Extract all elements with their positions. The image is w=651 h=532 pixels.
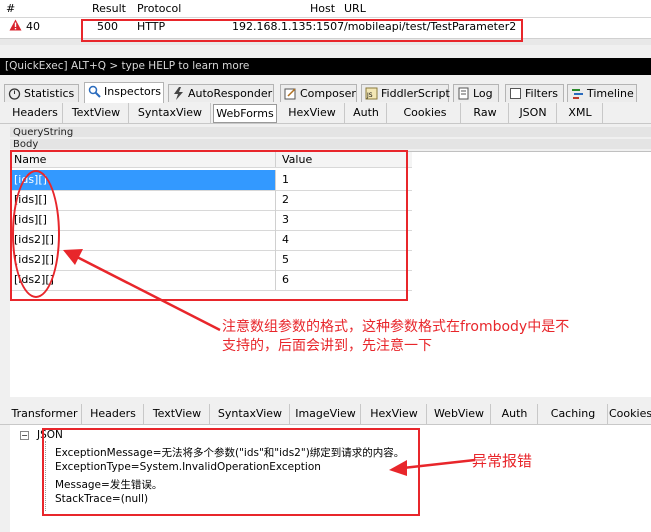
annotation-note-line1: 注意数组参数的格式，这种参数格式在frombody中是不: [222, 319, 570, 335]
tab-filters-label: Filters: [525, 87, 558, 100]
req-tab-cookies[interactable]: Cookies: [390, 103, 461, 123]
body-section: Body: [10, 139, 651, 150]
stopwatch-icon: [8, 87, 21, 100]
tab-fiddlerscript-label: FiddlerScript: [381, 87, 450, 100]
tab-filters[interactable]: Filters: [505, 84, 564, 102]
resp-tab-auth[interactable]: Auth: [492, 404, 538, 424]
resp-tab-imageview[interactable]: ImageView: [291, 404, 361, 424]
magnifier-icon: [88, 85, 101, 98]
resp-tab-cookies[interactable]: Cookies: [609, 404, 651, 424]
req-tab-xml[interactable]: XML: [558, 103, 603, 123]
timeline-icon: [571, 87, 584, 100]
tab-composer[interactable]: Composer: [280, 84, 357, 102]
annotation-note-line2: 支持的，后面会讲到，先注意一下: [222, 338, 432, 354]
col-number[interactable]: #: [6, 2, 15, 15]
req-tab-headers[interactable]: Headers: [8, 103, 63, 123]
annotation-box-exception: [42, 428, 420, 516]
tab-statistics-label: Statistics: [24, 87, 75, 100]
checkbox-icon: [509, 87, 522, 100]
tab-timeline[interactable]: Timeline: [567, 84, 637, 102]
resp-tab-transformer[interactable]: Transformer: [8, 404, 82, 424]
req-tab-syntaxview[interactable]: SyntaxView: [130, 103, 211, 123]
request-tabs: Headers TextView SyntaxView WebForms Hex…: [0, 103, 651, 124]
annotation-note-exception: 异常报错: [472, 452, 533, 470]
resp-tab-syntaxview[interactable]: SyntaxView: [211, 404, 290, 424]
tab-statistics[interactable]: Statistics: [4, 84, 79, 102]
warning-icon: [9, 19, 22, 34]
script-icon: JS: [365, 87, 378, 100]
annotation-box-session: [81, 19, 523, 42]
col-protocol[interactable]: Protocol: [137, 2, 181, 15]
tab-autoresponder-label: AutoResponder: [188, 87, 273, 100]
tab-fiddlerscript[interactable]: JS FiddlerScript: [361, 84, 450, 102]
lightning-icon: [172, 87, 185, 100]
col-result[interactable]: Result: [92, 2, 126, 15]
resp-tab-hexview[interactable]: HexView: [362, 404, 427, 424]
req-tab-auth[interactable]: Auth: [346, 103, 387, 123]
tab-log[interactable]: Log: [453, 84, 499, 102]
sessions-header: # Result Protocol Host URL: [0, 0, 651, 18]
resp-tab-webview[interactable]: WebView: [428, 404, 491, 424]
req-tab-hexview[interactable]: HexView: [280, 103, 345, 123]
tab-composer-label: Composer: [300, 87, 356, 100]
tab-log-label: Log: [473, 87, 493, 100]
req-tab-textview[interactable]: TextView: [64, 103, 129, 123]
req-tab-raw[interactable]: Raw: [462, 103, 509, 123]
tab-timeline-label: Timeline: [587, 87, 634, 100]
quickexec-input[interactable]: [QuickExec] ALT+Q > type HELP to learn m…: [0, 58, 651, 75]
req-tab-json[interactable]: JSON: [510, 103, 557, 123]
svg-text:JS: JS: [366, 92, 373, 99]
resp-tab-caching[interactable]: Caching: [539, 404, 608, 424]
resp-tab-textview[interactable]: TextView: [145, 404, 210, 424]
req-tab-webforms[interactable]: WebForms: [213, 104, 277, 123]
tab-inspectors[interactable]: Inspectors: [84, 82, 164, 103]
log-icon: [457, 87, 470, 100]
compose-icon: [284, 87, 297, 100]
annotation-arrow-exception: [389, 458, 476, 476]
annotation-ellipse: [12, 170, 60, 298]
annotation-note-format: 注意数组参数的格式，这种参数格式在frombody中是不 支持的，后面会讲到，先…: [222, 318, 569, 356]
collapse-icon[interactable]: −: [20, 431, 29, 440]
main-tabs: Statistics Inspectors AutoResponder Comp…: [0, 82, 651, 103]
tab-autoresponder[interactable]: AutoResponder: [168, 84, 274, 102]
tab-inspectors-label: Inspectors: [104, 85, 162, 98]
resp-tab-headers[interactable]: Headers: [83, 404, 144, 424]
col-host[interactable]: Host: [310, 2, 335, 15]
response-tabs: Transformer Headers TextView SyntaxView …: [0, 404, 651, 425]
querystring-section: QueryString: [10, 127, 651, 138]
annotation-arrow-grid: [63, 249, 221, 332]
col-url[interactable]: URL: [344, 2, 366, 15]
session-id: 40: [26, 20, 40, 33]
